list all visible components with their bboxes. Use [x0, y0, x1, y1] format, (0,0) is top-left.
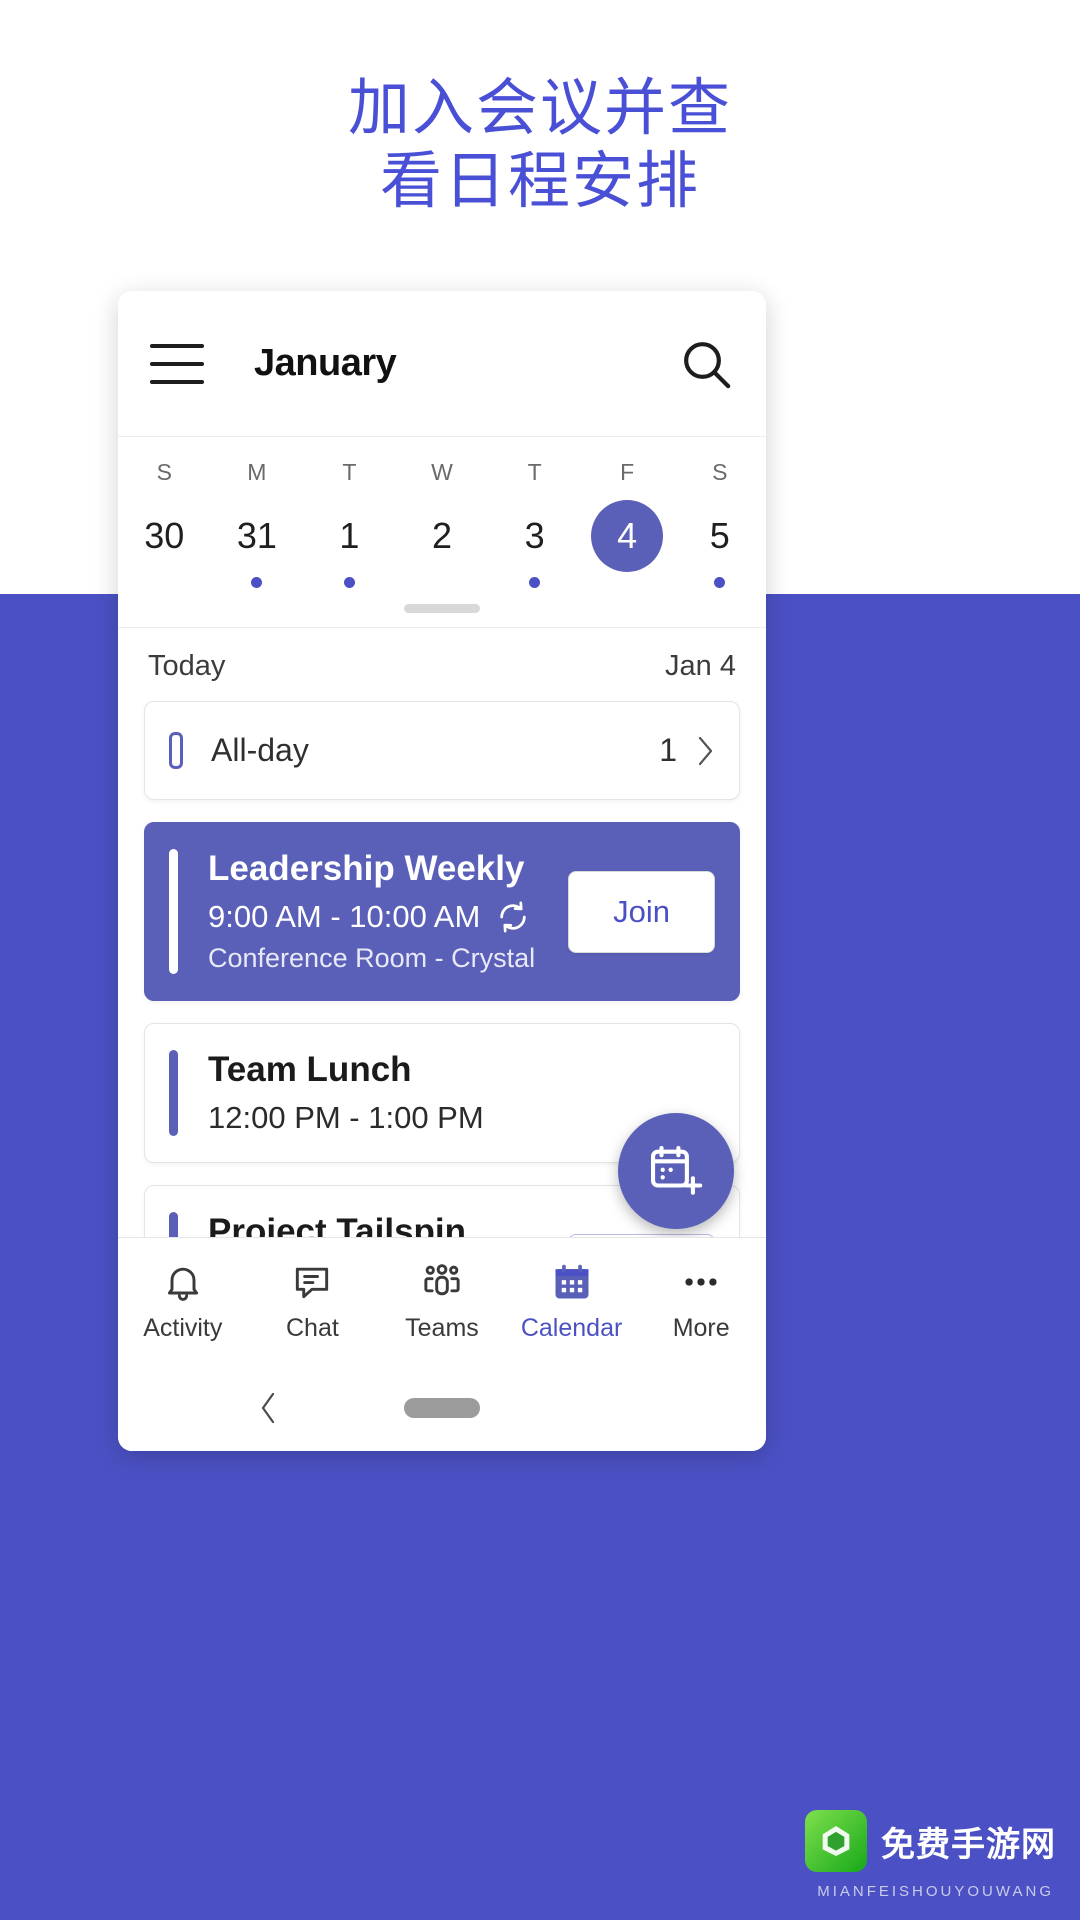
nav-item-chat[interactable]: Chat — [248, 1260, 378, 1343]
date-number: 4 — [591, 500, 664, 572]
page-title: January — [254, 342, 397, 384]
date-cell[interactable]: 30 — [118, 500, 211, 588]
nav-item-calendar[interactable]: Calendar — [507, 1260, 637, 1343]
watermark-text: 免费手游网 — [881, 1825, 1056, 1864]
event-title: Leadership Weekly — [208, 849, 525, 888]
phone-mockup: January S M T W T F S 30 31 1 2 3 4 5 To… — [118, 291, 766, 1451]
join-button[interactable]: Join — [568, 1233, 715, 1237]
search-icon[interactable] — [678, 336, 734, 392]
watermark-subtext: MIANFEISHOUYOUWANG — [817, 1883, 1054, 1900]
event-card-leadership-weekly[interactable]: Leadership Weekly 9:00 AM - 10:00 AM Con… — [144, 822, 740, 1001]
agenda-list: Today Jan 4 All-day 1 Leadership Weekly — [118, 627, 766, 1237]
event-dot — [343, 577, 355, 588]
date-number: 31 — [236, 515, 277, 556]
day-name: T — [527, 459, 542, 485]
calendar-icon — [555, 1264, 589, 1299]
date-number: 3 — [524, 515, 545, 556]
date-number: 1 — [339, 515, 360, 556]
date-number: 2 — [432, 515, 453, 556]
date-number: 30 — [144, 515, 185, 556]
all-day-bar-icon — [169, 732, 183, 769]
event-color-bar — [169, 849, 178, 974]
date-row: 30 31 1 2 3 4 5 — [118, 500, 766, 588]
nav-item-teams[interactable]: Teams — [377, 1260, 507, 1343]
week-strip: S M T W T F S 30 31 1 2 3 4 5 — [118, 436, 766, 627]
day-name-row: S M T W T F S — [118, 451, 766, 486]
nav-label: Chat — [285, 1314, 339, 1342]
date-cell[interactable]: 2 — [396, 500, 489, 588]
today-header: Today Jan 4 — [144, 628, 740, 701]
watermark-logo-icon — [805, 1810, 867, 1872]
join-button[interactable]: Join — [568, 870, 715, 953]
date-cell[interactable]: 3 — [488, 500, 581, 588]
expand-calendar-handle[interactable] — [404, 604, 480, 613]
all-day-label: All-day — [211, 732, 309, 768]
bell-icon — [167, 1267, 198, 1301]
nav-label: Calendar — [520, 1314, 623, 1342]
nav-label: Teams — [405, 1314, 479, 1342]
ellipsis-icon — [685, 1278, 717, 1286]
watermark: 免费手游网 — [805, 1810, 1056, 1872]
event-dot — [714, 577, 726, 588]
teams-people-icon — [424, 1264, 460, 1296]
day-name: S — [156, 459, 172, 485]
day-name: W — [431, 459, 453, 485]
event-time-row: 9:00 AM - 10:00 AM — [208, 899, 568, 935]
date-cell[interactable]: 5 — [673, 500, 766, 588]
date-cell[interactable]: 1 — [303, 500, 396, 588]
chevron-right-icon — [698, 736, 713, 765]
event-dot — [529, 577, 541, 588]
event-location: Conference Room - Crystal — [208, 943, 536, 973]
date-number: 5 — [709, 515, 730, 556]
recurring-icon — [500, 901, 526, 933]
page-headline: 加入会议并查 看日程安排 — [347, 74, 732, 217]
event-title: Project Tailspin — [208, 1212, 467, 1237]
all-day-count: 1 — [659, 732, 677, 768]
event-title: Team Lunch — [208, 1050, 412, 1089]
nav-item-more[interactable]: More — [636, 1260, 766, 1343]
add-event-calendar-icon — [650, 1145, 703, 1195]
nav-label: More — [672, 1314, 730, 1342]
day-name: T — [342, 459, 357, 485]
day-name: S — [712, 459, 728, 485]
app-bar: January — [118, 291, 766, 436]
date-cell-selected[interactable]: 4 — [581, 500, 674, 588]
today-label: Today — [148, 650, 226, 682]
nav-label: Activity — [143, 1314, 223, 1342]
nav-item-activity[interactable]: Activity — [118, 1260, 248, 1343]
home-indicator[interactable] — [404, 1398, 480, 1418]
event-color-bar — [169, 1050, 178, 1136]
chat-bubble-icon — [296, 1267, 329, 1299]
event-color-bar — [169, 1212, 178, 1237]
event-time: 12:00 PM - 1:00 PM — [208, 1100, 484, 1135]
day-name: M — [247, 459, 267, 485]
today-date: Jan 4 — [665, 650, 736, 682]
back-chevron-icon[interactable] — [258, 1390, 280, 1426]
event-time: 9:00 AM - 10:00 AM — [208, 899, 481, 934]
bottom-navigation: Activity Chat Teams Calendar More — [118, 1237, 766, 1365]
new-event-fab[interactable] — [618, 1113, 734, 1229]
hamburger-menu-icon[interactable] — [150, 343, 204, 384]
day-name: F — [620, 459, 635, 485]
system-navigation-bar — [118, 1365, 766, 1451]
all-day-row[interactable]: All-day 1 — [144, 701, 740, 800]
date-cell[interactable]: 31 — [211, 500, 304, 588]
event-dot — [251, 577, 263, 588]
